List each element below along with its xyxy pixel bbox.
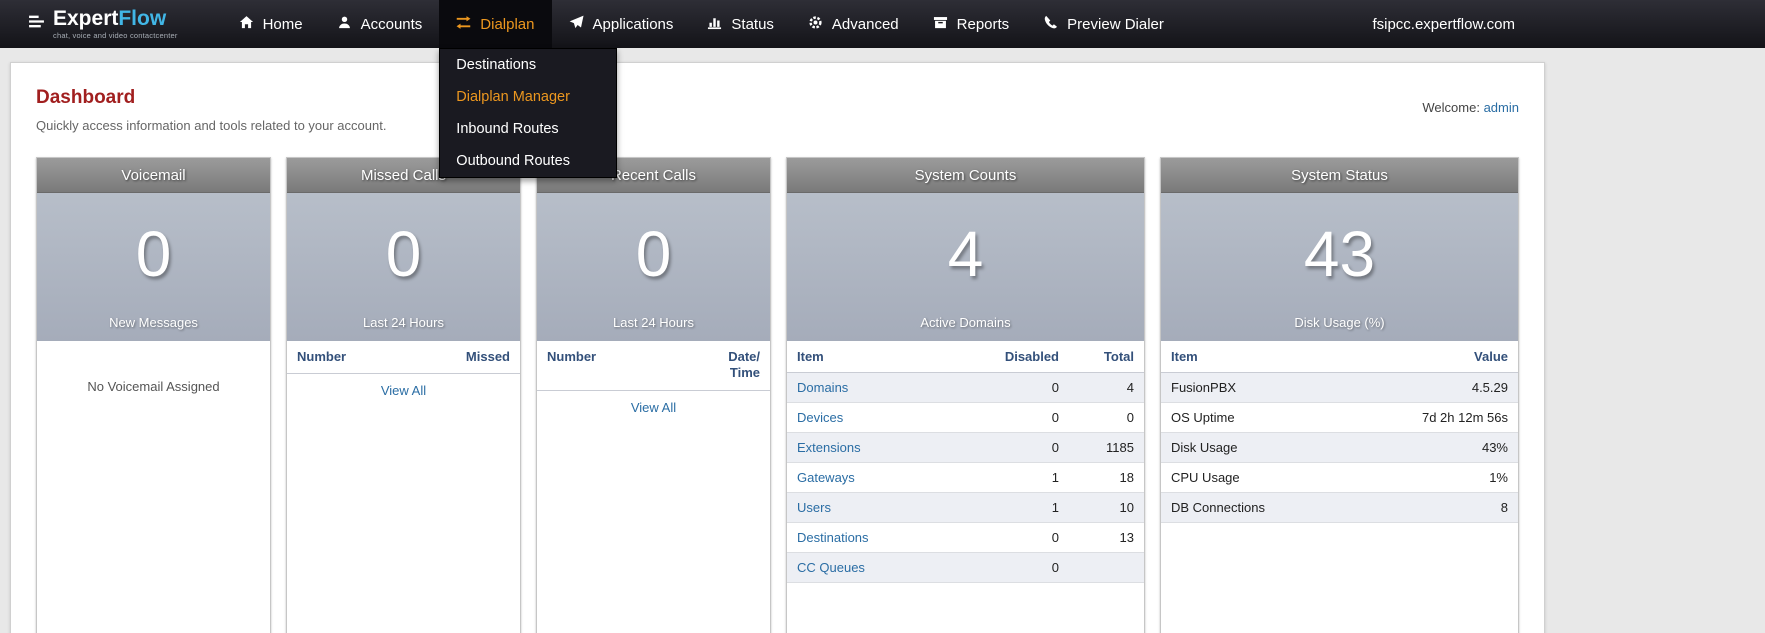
system-status-hero: 43 Disk Usage (%) (1161, 193, 1518, 341)
table-row: Extensions 0 1185 (787, 432, 1144, 463)
gear-icon (808, 15, 823, 34)
voicemail-count: 0 (135, 218, 172, 290)
col-item: Item (787, 341, 974, 373)
archive-icon (933, 15, 948, 34)
recent-calls-view-all-link[interactable]: View All (537, 391, 770, 424)
system-counts-panel-title: System Counts (787, 158, 1144, 193)
table-row: Disk Usage 43% (1161, 432, 1518, 463)
recent-calls-count-label: Last 24 Hours (613, 315, 694, 330)
missed-calls-count-label: Last 24 Hours (363, 315, 444, 330)
voicemail-count-label: New Messages (109, 315, 198, 330)
main-nav: Home Accounts Dialplan Destinations Dial… (222, 0, 1181, 178)
table-row: CPU Usage 1% (1161, 462, 1518, 493)
system-status-panel: System Status 43 Disk Usage (%) Item Val… (1160, 157, 1519, 633)
table-row: FusionPBX 4.5.29 (1161, 372, 1518, 403)
missed-calls-count: 0 (385, 218, 422, 290)
recent-calls-hero: 0 Last 24 Hours (537, 193, 770, 341)
brand-name: ExpertFlow (53, 7, 167, 31)
system-counts-count-label: Active Domains (920, 315, 1011, 330)
missed-calls-panel: Missed Calls 0 Last 24 Hours Number Miss… (286, 157, 521, 633)
menu-item-inbound-routes[interactable]: Inbound Routes (440, 113, 616, 145)
menu-item-outbound-routes[interactable]: Outbound Routes (440, 145, 616, 177)
devices-link[interactable]: Devices (797, 410, 843, 425)
page-subtitle: Quickly access information and tools rel… (36, 118, 387, 133)
phone-icon (1043, 15, 1058, 34)
table-row: Devices 0 0 (787, 402, 1144, 433)
nav-item-status[interactable]: Status (690, 0, 791, 48)
recent-calls-table-header: Number Date/ Time (537, 341, 770, 391)
col-number: Number (297, 349, 347, 364)
brand-tagline: chat, voice and video contactcenter (53, 31, 178, 41)
dashboard-content: Dashboard Quickly access information and… (10, 62, 1545, 633)
tenant-domain: fsipcc.expertflow.com (1372, 15, 1515, 33)
welcome-text: Welcome: admin (1422, 100, 1519, 115)
missed-calls-table-header: Number Missed (287, 341, 520, 375)
col-total: Total (1069, 341, 1144, 373)
table-row: DB Connections 8 (1161, 492, 1518, 523)
dashboard-panels: Voicemail 0 New Messages No Voicemail As… (36, 157, 1519, 633)
table-row: CC Queues 0 (787, 552, 1144, 583)
home-icon (239, 15, 254, 34)
table-row: Destinations 0 13 (787, 522, 1144, 553)
nav-item-advanced[interactable]: Advanced (791, 0, 916, 48)
system-counts-panel: System Counts 4 Active Domains Item Disa… (786, 157, 1145, 633)
nav-item-reports[interactable]: Reports (916, 0, 1027, 48)
nav-item-dialplan[interactable]: Dialplan Destinations Dialplan Manager I… (439, 0, 618, 178)
users-link[interactable]: Users (797, 500, 831, 515)
table-row: OS Uptime 7d 2h 12m 56s (1161, 402, 1518, 433)
system-status-count: 43 (1303, 218, 1376, 290)
page-header: Dashboard Quickly access information and… (36, 87, 1519, 133)
menu-item-dialplan-manager[interactable]: Dialplan Manager (440, 81, 616, 113)
system-counts-count: 4 (947, 218, 984, 290)
table-row: Gateways 1 18 (787, 462, 1144, 493)
shuffle-icon (456, 15, 471, 34)
dialplan-dropdown-menu: Destinations Dialplan Manager Inbound Ro… (439, 48, 618, 178)
voicemail-panel-title: Voicemail (37, 158, 270, 193)
recent-calls-panel: Recent Calls 0 Last 24 Hours Number Date… (536, 157, 771, 633)
system-status-table: Item Value FusionPBX 4.5.29 OS Uptime 7d… (1161, 341, 1518, 523)
col-item: Item (1161, 341, 1378, 373)
nav-item-preview-dialer[interactable]: Preview Dialer (1026, 0, 1181, 48)
extensions-link[interactable]: Extensions (797, 440, 861, 455)
col-missed: Missed (465, 349, 510, 364)
table-row: Domains 0 4 (787, 372, 1144, 403)
domains-link[interactable]: Domains (797, 380, 848, 395)
menu-item-destinations[interactable]: Destinations (440, 49, 616, 81)
recent-calls-count: 0 (635, 218, 672, 290)
page-title: Dashboard (36, 87, 136, 108)
nav-item-accounts[interactable]: Accounts (320, 0, 440, 48)
welcome-user-link[interactable]: admin (1484, 100, 1519, 115)
gateways-link[interactable]: Gateways (797, 470, 855, 485)
system-counts-hero: 4 Active Domains (787, 193, 1144, 341)
table-row: Users 1 10 (787, 492, 1144, 523)
nav-item-home[interactable]: Home (222, 0, 320, 48)
missed-calls-hero: 0 Last 24 Hours (287, 193, 520, 341)
system-status-count-label: Disk Usage (%) (1294, 315, 1385, 330)
user-icon (337, 15, 352, 34)
col-disabled: Disabled (974, 341, 1069, 373)
cc-queues-link[interactable]: CC Queues (797, 560, 865, 575)
col-datetime: Date/ Time (728, 349, 760, 381)
paper-plane-icon (569, 15, 584, 34)
top-navbar: ExpertFlow chat, voice and video contact… (0, 0, 1765, 178)
menu-lines-icon (28, 13, 45, 35)
bar-chart-icon (707, 15, 722, 34)
col-number: Number (547, 349, 597, 364)
voicemail-empty-text: No Voicemail Assigned (87, 379, 220, 394)
system-status-panel-title: System Status (1161, 158, 1518, 193)
system-counts-table: Item Disabled Total Domains 0 4 Devices (787, 341, 1144, 583)
brand-logo[interactable]: ExpertFlow chat, voice and video contact… (0, 0, 204, 48)
nav-item-applications[interactable]: Applications (552, 0, 691, 48)
col-value: Value (1378, 341, 1518, 373)
missed-calls-view-all-link[interactable]: View All (287, 374, 520, 407)
voicemail-panel: Voicemail 0 New Messages No Voicemail As… (36, 157, 271, 633)
destinations-link[interactable]: Destinations (797, 530, 869, 545)
voicemail-hero: 0 New Messages (37, 193, 270, 341)
